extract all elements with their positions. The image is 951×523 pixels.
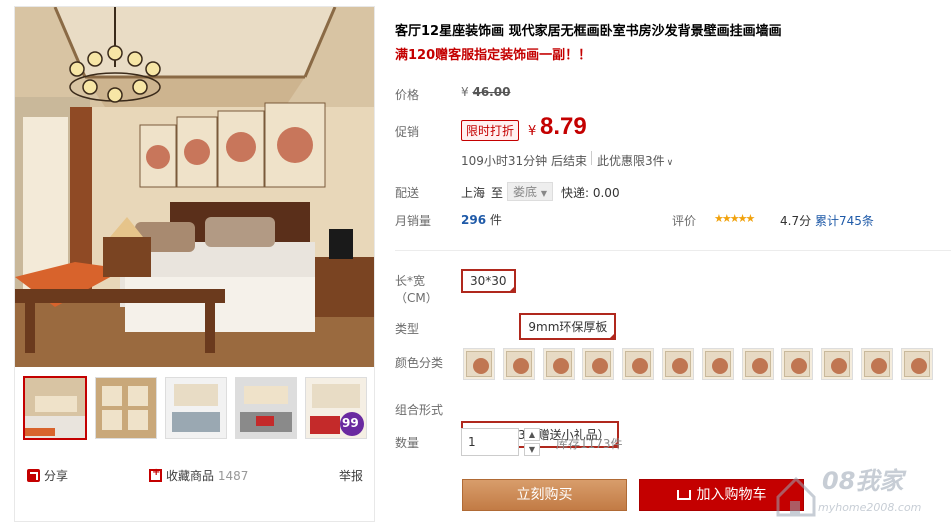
rating-label: 评价: [672, 214, 697, 228]
zodiac-image: [903, 351, 930, 377]
thumbnail-strip: 99: [23, 376, 368, 447]
share-icon: [27, 469, 40, 482]
limited-time-tag: 限时打折: [461, 120, 520, 141]
product-title: 客厅12星座装饰画 现代家居无框画卧室书房沙发背景壁画挂画墙画: [395, 24, 782, 39]
thumbnail-1[interactable]: [23, 376, 87, 440]
quantity-decrease-button[interactable]: ▼: [524, 443, 540, 456]
rating-stars-icon: ★★★★★: [714, 212, 755, 225]
thumbnail-3[interactable]: [165, 377, 227, 439]
shipping-label: 配送: [395, 186, 420, 200]
zodiac-image: [864, 351, 890, 377]
caret-down-icon: ▼: [540, 189, 547, 198]
zodiac-image: [505, 351, 532, 377]
zodiac-image: [704, 351, 731, 377]
zodiac-image: [545, 351, 572, 377]
watermark-brand: 08我家: [822, 467, 904, 495]
watermark-url: myhome2008.com: [818, 501, 922, 514]
color-swatch[interactable]: [741, 348, 774, 380]
color-swatch[interactable]: [463, 348, 495, 380]
thumbnail-badge: 99: [342, 416, 359, 430]
zodiac-image: [665, 351, 691, 377]
selected-thumb-arrow: [61, 376, 73, 377]
promo-banner: 满120赠客服指定装饰画一副！！: [395, 48, 592, 63]
review-count-link[interactable]: 累计745条: [815, 212, 874, 229]
color-swatch[interactable]: [542, 348, 575, 380]
thumbnail-4[interactable]: [235, 377, 297, 439]
size-label: 长*宽 （CM）: [395, 274, 438, 305]
color-label: 颜色分类: [395, 356, 444, 370]
zodiac-image: [585, 351, 612, 377]
type-label: 类型: [395, 322, 420, 336]
zodiac-image: [744, 351, 771, 377]
limit-dropdown[interactable]: 此优惠限3件 ∨: [597, 152, 673, 169]
zodiac-image: [625, 351, 652, 377]
zodiac-image: [824, 351, 851, 377]
color-swatch[interactable]: [861, 348, 893, 380]
monthly-sales: 296 件: [461, 213, 502, 227]
ship-to-word: 至: [491, 186, 504, 200]
zodiac-image: [466, 351, 492, 377]
promo-price-label: 促销: [395, 125, 420, 139]
monthly-sales-label: 月销量: [395, 214, 432, 228]
color-swatch[interactable]: [662, 348, 694, 380]
thumbnail-2[interactable]: [95, 377, 157, 439]
destination-select[interactable]: 娄底 ▼: [507, 182, 553, 201]
express-fee: 快递: 0.00: [561, 186, 620, 200]
rating-score: 4.7分: [780, 214, 812, 228]
countdown: 109小时31分钟 后结束: [461, 154, 587, 168]
favorite-count: 1487: [217, 469, 249, 483]
color-swatch[interactable]: [582, 348, 615, 380]
ship-from: 上海: [461, 186, 486, 200]
zodiac-image: [784, 351, 811, 377]
buy-now-button[interactable]: 立刻购买: [462, 479, 627, 511]
price-label: 价格: [395, 88, 420, 102]
color-swatch[interactable]: [502, 348, 535, 380]
stock-count: 库存1173件: [556, 437, 623, 451]
favorite-link[interactable]: 收藏商品 1487: [149, 467, 248, 484]
section-divider: [395, 250, 951, 251]
type-option-selected[interactable]: 9mm环保厚板: [519, 313, 617, 340]
watermark: 08我家 myhome2008.com: [770, 455, 950, 520]
current-price: 8.79: [540, 113, 587, 140]
gallery-actions: 分享 收藏商品 1487 举报: [25, 467, 370, 487]
report-link[interactable]: 举报: [339, 467, 363, 484]
chevron-down-icon: ∨: [666, 158, 674, 168]
cart-icon: [676, 490, 691, 500]
main-product-image[interactable]: [15, 7, 374, 367]
color-swatch[interactable]: [781, 348, 814, 380]
color-swatch[interactable]: [622, 348, 655, 380]
combo-label: 组合形式: [395, 403, 444, 417]
quantity-label: 数量: [395, 436, 420, 450]
share-link[interactable]: 分享: [27, 467, 68, 484]
size-option-selected[interactable]: 30*30: [461, 269, 516, 293]
divider: [591, 151, 592, 165]
currency-symbol: ¥: [528, 124, 537, 139]
color-swatch[interactable]: [701, 348, 734, 380]
quantity-input[interactable]: 1: [461, 428, 519, 456]
favorite-icon: [149, 467, 162, 482]
color-swatch[interactable]: [900, 348, 933, 380]
thumbnail-5[interactable]: 99: [305, 377, 367, 439]
color-swatch[interactable]: [821, 348, 854, 380]
quantity-increase-button[interactable]: ▲: [524, 428, 540, 441]
original-price: ¥ 46.00: [461, 85, 511, 99]
product-gallery: 99 分享 收藏商品 1487 举报: [14, 6, 375, 522]
